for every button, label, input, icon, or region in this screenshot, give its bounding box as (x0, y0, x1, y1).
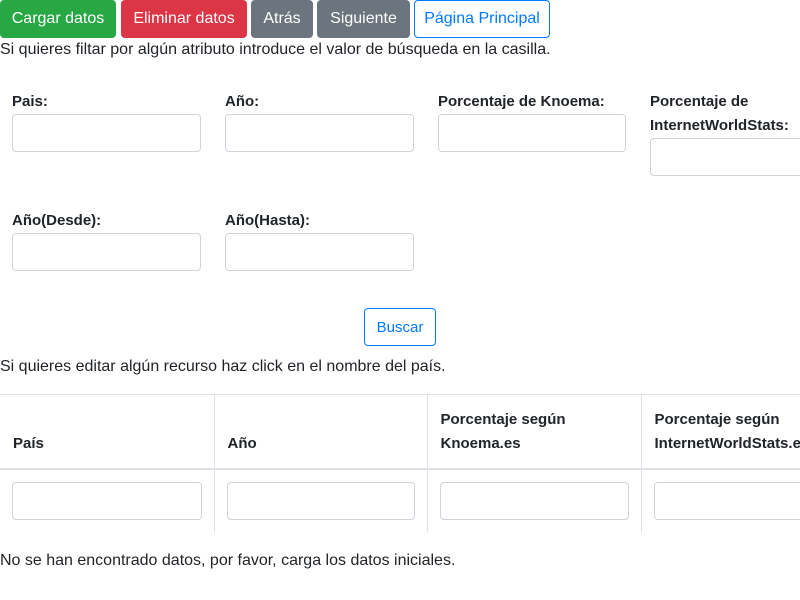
search-button[interactable]: Buscar (364, 308, 436, 346)
column-header-iws-line2: InternetWorldStats.es (654, 434, 800, 452)
year-from-label: Año(Desde): (12, 212, 102, 229)
column-header-year: Año (213, 394, 427, 470)
column-header-country: País (0, 394, 214, 470)
edit-hint: Si quieres editar algún recurso haz clic… (0, 358, 446, 375)
iws-column-input[interactable] (653, 481, 800, 520)
table-header-row: País Año Porcentaje según Knoema.es Porc… (0, 394, 800, 470)
column-header-iws-line1: Porcentaje según (654, 410, 780, 428)
table-cell (640, 468, 800, 532)
year-column-input[interactable] (226, 481, 415, 520)
table-cell (0, 468, 214, 532)
data-table: País Año Porcentaje según Knoema.es Porc… (0, 394, 800, 532)
knoema-column-input[interactable] (439, 481, 629, 520)
country-column-input[interactable] (12, 481, 202, 520)
year-filter-label: Año: (225, 93, 260, 110)
knoema-filter-label: Porcentaje de Knoema: (438, 93, 605, 110)
data-table-container: País Año Porcentaje según Knoema.es Porc… (0, 394, 800, 532)
empty-data-message: No se han encontrado datos, por favor, c… (0, 552, 456, 569)
load-data-button[interactable]: Cargar datos (0, 0, 116, 38)
column-header-knoema: Porcentaje según Knoema.es (426, 394, 641, 470)
delete-data-button[interactable]: Eliminar datos (121, 0, 247, 38)
knoema-filter-input[interactable] (438, 114, 626, 152)
country-filter-input[interactable] (12, 114, 201, 152)
home-button[interactable]: Página Principal (414, 0, 550, 38)
year-from-input[interactable] (12, 233, 201, 271)
table-cell (213, 468, 427, 532)
table-cell (426, 468, 641, 532)
filter-hint: Si quieres filtar por algún atributo int… (0, 41, 551, 58)
iws-filter-label: Porcentaje de InternetWorldStats: (650, 90, 789, 138)
column-header-knoema-line1: Porcentaje según (440, 410, 566, 428)
next-button[interactable]: Siguiente (317, 0, 410, 38)
year-to-label: Año(Hasta): (225, 212, 310, 229)
back-button[interactable]: Atrás (251, 0, 313, 38)
year-filter-input[interactable] (225, 114, 414, 152)
table-filter-row (0, 468, 800, 532)
year-to-input[interactable] (225, 233, 414, 271)
iws-filter-label-line1: Porcentaje de (650, 93, 749, 110)
country-filter-label: Pais: (12, 93, 48, 110)
iws-filter-input[interactable] (650, 138, 800, 176)
column-header-iws: Porcentaje según InternetWorldStats.es (640, 394, 800, 470)
iws-filter-label-line2: InternetWorldStats: (650, 117, 789, 134)
column-header-knoema-line2: Knoema.es (440, 434, 521, 452)
